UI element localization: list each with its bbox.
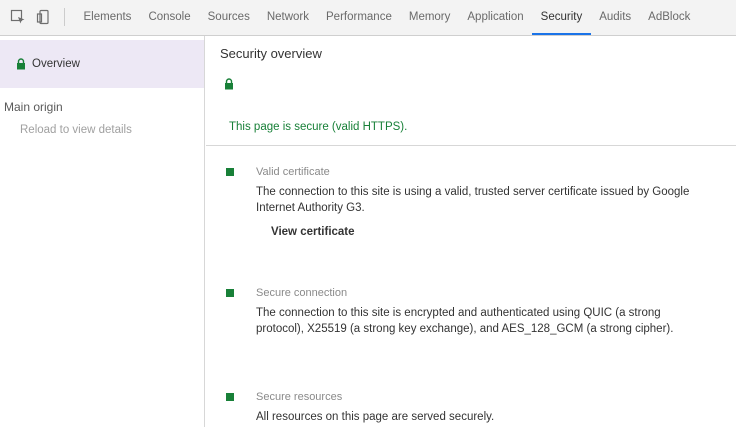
device-toolbar-icon[interactable] bbox=[34, 7, 54, 27]
tab-audits[interactable]: Audits bbox=[591, 0, 640, 35]
detail-description: The connection to this site is encrypted… bbox=[256, 307, 674, 335]
lock-icon bbox=[17, 58, 25, 70]
tab-adblock[interactable]: AdBlock bbox=[640, 0, 699, 35]
detail-title: Secure connection bbox=[256, 287, 348, 299]
status-square-icon bbox=[226, 393, 234, 401]
detail-description: All resources on this page are served se… bbox=[256, 411, 495, 423]
tab-performance[interactable]: Performance bbox=[318, 0, 401, 35]
tab-security[interactable]: Security bbox=[532, 0, 591, 35]
sidebar-item-label: Overview bbox=[32, 58, 80, 70]
inspect-icon-graphic bbox=[10, 9, 25, 24]
security-sidebar: Overview Main origin Reload to view deta… bbox=[0, 36, 205, 427]
detail-description: The connection to this site is using a v… bbox=[256, 186, 690, 214]
inspect-icon[interactable] bbox=[8, 7, 28, 27]
tab-memory[interactable]: Memory bbox=[400, 0, 459, 35]
panel-tabs: Elements Console Sources Network Perform… bbox=[75, 0, 699, 35]
tab-application[interactable]: Application bbox=[459, 0, 532, 35]
secure-status-text: This page is secure (valid HTTPS). bbox=[229, 121, 408, 133]
tab-console[interactable]: Console bbox=[140, 0, 199, 35]
main-origin-heading: Main origin bbox=[4, 100, 63, 114]
page-title: Security overview bbox=[220, 46, 322, 61]
section-divider bbox=[206, 145, 736, 146]
detail-title: Secure resources bbox=[256, 391, 343, 403]
view-certificate-button[interactable]: View certificate bbox=[271, 226, 355, 238]
tab-network[interactable]: Network bbox=[258, 0, 317, 35]
toolbar-separator bbox=[64, 8, 65, 26]
tab-elements[interactable]: Elements bbox=[75, 0, 140, 35]
security-main-panel: Security overview This page is secure (v… bbox=[206, 36, 736, 427]
status-square-icon bbox=[226, 289, 234, 297]
sidebar-item-overview[interactable]: Overview bbox=[0, 40, 204, 88]
device-toolbar-icon-graphic bbox=[36, 9, 49, 25]
tab-sources[interactable]: Sources bbox=[199, 0, 258, 35]
status-square-icon bbox=[226, 168, 234, 176]
devtools-toolbar: Elements Console Sources Network Perform… bbox=[0, 0, 736, 36]
detail-title: Valid certificate bbox=[256, 166, 330, 178]
lock-icon bbox=[225, 78, 233, 90]
reload-to-view-details: Reload to view details bbox=[20, 124, 132, 136]
